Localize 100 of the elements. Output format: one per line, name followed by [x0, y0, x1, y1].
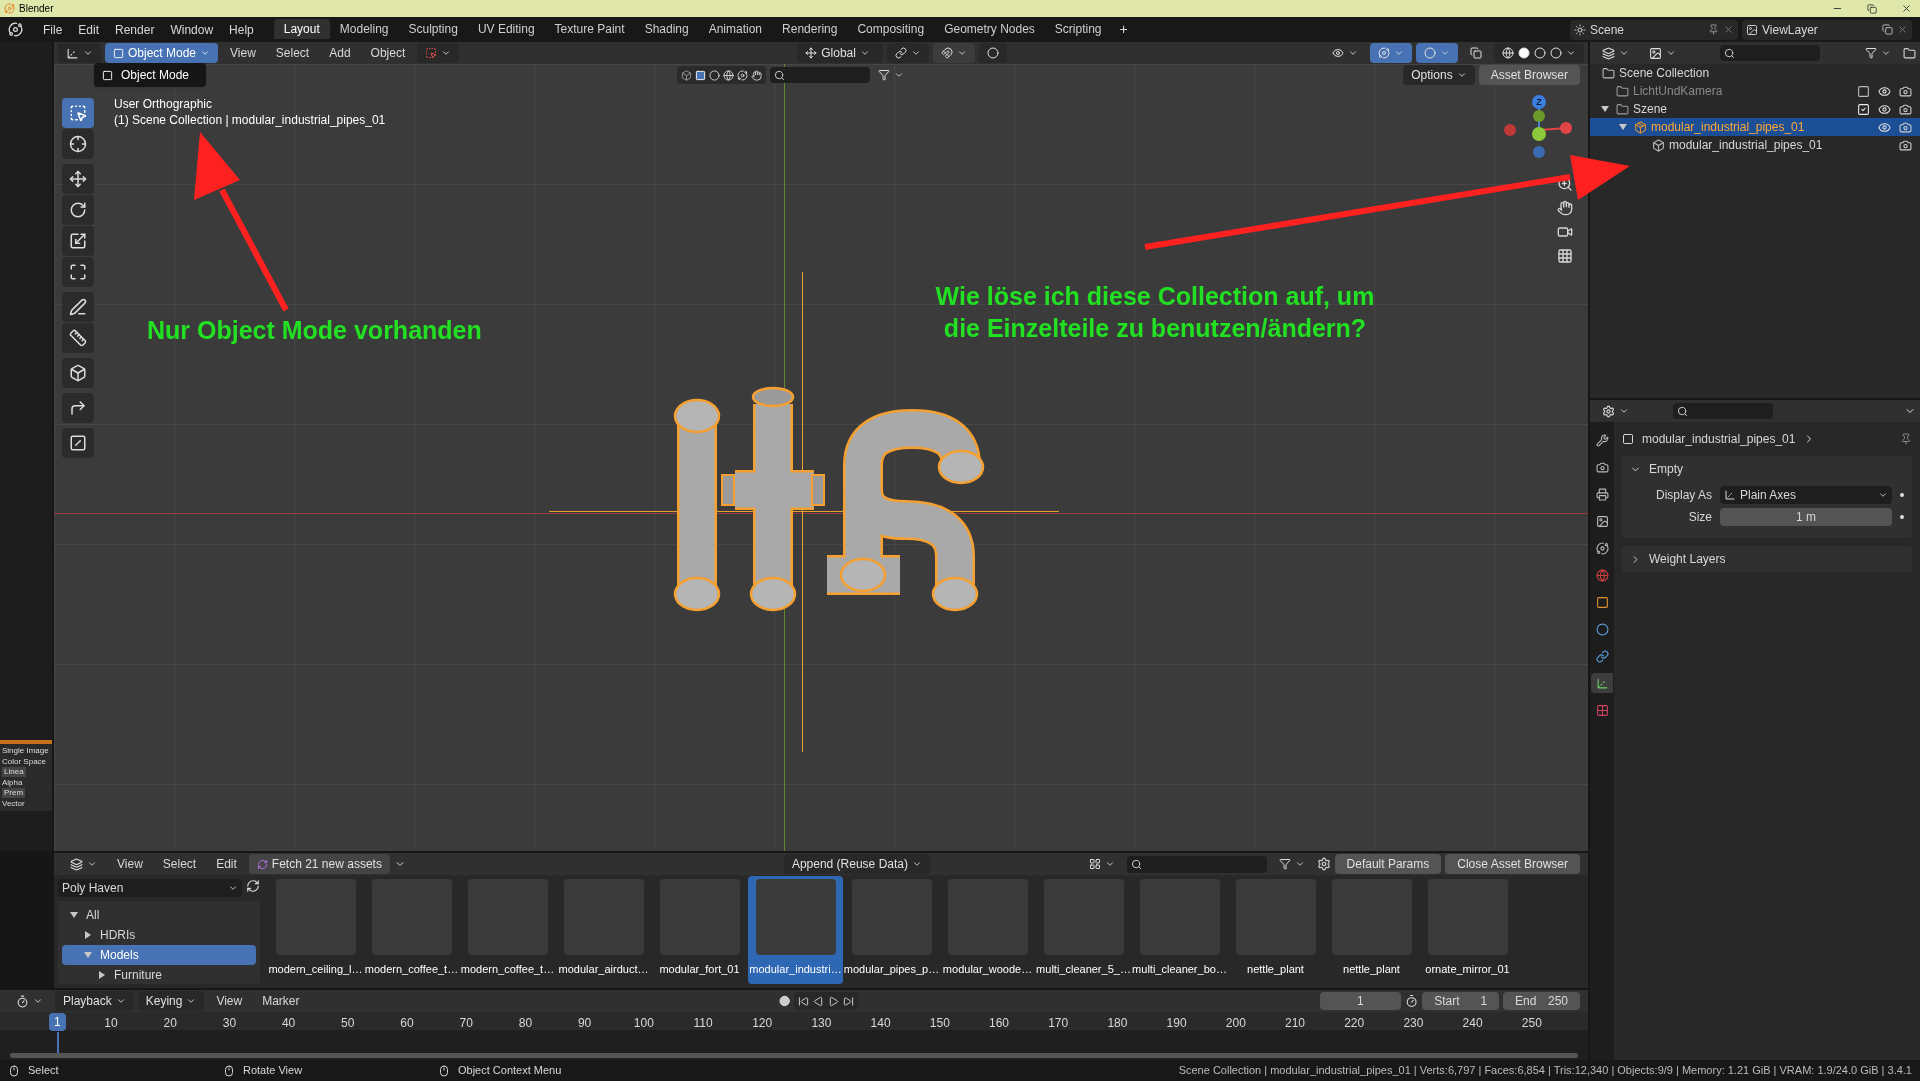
search-field[interactable]: [1673, 403, 1773, 419]
options-button[interactable]: Options: [1403, 65, 1475, 85]
camera-icon[interactable]: [1899, 138, 1912, 152]
menu-item[interactable]: Window: [162, 20, 222, 39]
copy-icon[interactable]: [1882, 24, 1893, 35]
asset-tile[interactable]: modular_fort_01: [652, 876, 747, 984]
editor-type-button[interactable]: [58, 43, 101, 63]
asset-tile[interactable]: modular_pipes_p…: [844, 876, 939, 984]
eye-icon[interactable]: [1878, 102, 1891, 116]
menu-item[interactable]: Select: [154, 855, 205, 873]
expand-arrow-icon[interactable]: [1619, 123, 1627, 131]
menu-item[interactable]: View: [222, 44, 264, 62]
menu-item[interactable]: Edit: [70, 20, 108, 39]
close-asset-browser-button[interactable]: Close Asset Browser: [1445, 854, 1580, 874]
workspace-tab[interactable]: Scripting: [1044, 19, 1112, 39]
menu-dropdown[interactable]: Keying: [137, 991, 205, 1011]
asset-tile[interactable]: modern_coffee_t…: [460, 876, 555, 984]
close-icon[interactable]: [1901, 3, 1912, 14]
workspace-tab[interactable]: Layout: [273, 19, 330, 39]
expand-arrow-icon[interactable]: [70, 911, 78, 919]
workspace-tab[interactable]: Sculpting: [398, 19, 468, 39]
close-icon[interactable]: [1897, 24, 1908, 35]
asset-tile[interactable]: nettle_plant: [1228, 876, 1323, 984]
category-item[interactable]: Models: [62, 945, 256, 965]
end-frame-field[interactable]: End 250: [1503, 992, 1580, 1010]
outliner-row[interactable]: LichtUndKamera: [1590, 82, 1920, 100]
asset-browser-button[interactable]: Asset Browser: [1478, 65, 1580, 85]
pivot-button[interactable]: [887, 43, 930, 63]
panel-header[interactable]: Empty: [1630, 460, 1904, 478]
tool-button[interactable]: [62, 98, 94, 128]
shading-buttons[interactable]: [1494, 43, 1584, 63]
scene-selector[interactable]: Scene: [1570, 19, 1738, 40]
search-field[interactable]: [770, 67, 870, 83]
import-method-dropdown[interactable]: Append (Reuse Data): [783, 854, 930, 874]
start-frame-field[interactable]: Start 1: [1422, 992, 1500, 1010]
asset-tile[interactable]: multi_cleaner_bo…: [1132, 876, 1227, 984]
tool-button[interactable]: [62, 393, 94, 423]
app-logo-icon[interactable]: [8, 22, 23, 37]
workspace-tab[interactable]: Animation: [698, 19, 773, 39]
record-icon[interactable]: [778, 995, 790, 1007]
menu-option[interactable]: Object Mode: [102, 66, 198, 84]
new-collection-icon[interactable]: [1903, 46, 1916, 60]
tool-button[interactable]: [62, 129, 94, 159]
workspace-tab[interactable]: Shading: [634, 19, 699, 39]
overlay-button[interactable]: [1416, 43, 1458, 63]
snap-button[interactable]: [933, 43, 976, 63]
fetch-assets-button[interactable]: Fetch 21 new assets: [248, 854, 390, 874]
pin-icon[interactable]: [1900, 433, 1912, 445]
asset-tile[interactable]: modern_coffee_t…: [364, 876, 459, 984]
workspace-tab[interactable]: Compositing: [847, 19, 935, 39]
tool-button[interactable]: [62, 292, 94, 322]
add-workspace-button[interactable]: +: [1111, 19, 1136, 40]
close-icon[interactable]: [1723, 24, 1734, 35]
menu-item[interactable]: Select: [267, 44, 318, 62]
category-item[interactable]: All: [62, 905, 256, 925]
snap-target-button[interactable]: [417, 43, 460, 63]
tool-button[interactable]: [62, 164, 94, 194]
menu-item[interactable]: View: [208, 992, 251, 1010]
menu-item[interactable]: File: [35, 20, 71, 39]
menu-item[interactable]: Help: [221, 20, 262, 39]
eye-icon[interactable]: [1878, 120, 1891, 134]
menu-item[interactable]: View: [109, 855, 151, 873]
expand-arrow-icon[interactable]: [84, 931, 92, 939]
tool-button[interactable]: [62, 428, 94, 458]
workspace-tab[interactable]: Texture Paint: [544, 19, 635, 39]
library-dropdown[interactable]: Poly Haven: [58, 879, 242, 897]
playhead-frame[interactable]: 1: [49, 1013, 66, 1031]
asset-tile[interactable]: ornate_mirror_01: [1420, 876, 1515, 984]
settings-icon[interactable]: [1316, 857, 1331, 871]
workspace-tab[interactable]: Rendering: [772, 19, 848, 39]
default-params-button[interactable]: Default Params: [1334, 854, 1442, 874]
tool-button[interactable]: [62, 323, 94, 353]
menu-item[interactable]: Add: [321, 44, 359, 62]
expand-arrow-icon[interactable]: [98, 971, 106, 979]
camera-icon[interactable]: [1899, 120, 1912, 134]
view-layer-selector[interactable]: ViewLayer: [1742, 19, 1912, 40]
workspace-tab[interactable]: Geometry Nodes: [934, 19, 1045, 39]
menu-item[interactable]: Render: [107, 20, 163, 39]
orientation-dropdown[interactable]: Global: [797, 43, 884, 63]
asset-tile[interactable]: nettle_plant: [1324, 876, 1419, 984]
panel-header[interactable]: Weight Layers: [1630, 550, 1904, 568]
asset-tile[interactable]: modular_woode…: [940, 876, 1035, 984]
current-frame-field[interactable]: 1: [1319, 992, 1401, 1010]
selection-mode-buttons[interactable]: [677, 66, 766, 84]
stopwatch-icon[interactable]: [1404, 994, 1419, 1008]
node-value[interactable]: Prem: [2, 788, 26, 798]
search-field[interactable]: [1720, 45, 1820, 61]
workspace-tab[interactable]: Modeling: [329, 19, 399, 39]
hand-icon[interactable]: [1557, 200, 1573, 216]
playback-controls[interactable]: [794, 992, 858, 1010]
camera-icon[interactable]: [1899, 102, 1912, 116]
expand-arrow-icon[interactable]: [1601, 105, 1609, 113]
category-item[interactable]: HDRIs: [62, 925, 256, 945]
gizmo-button[interactable]: [1370, 43, 1412, 63]
menu-item[interactable]: Edit: [208, 855, 245, 873]
menu-dropdown[interactable]: Playback: [55, 991, 134, 1011]
category-item[interactable]: Furniture: [62, 965, 256, 984]
number-field[interactable]: 1 m: [1720, 508, 1892, 526]
outliner-row[interactable]: Szene: [1590, 100, 1920, 118]
mode-dropdown[interactable]: Object Mode: [105, 43, 219, 63]
